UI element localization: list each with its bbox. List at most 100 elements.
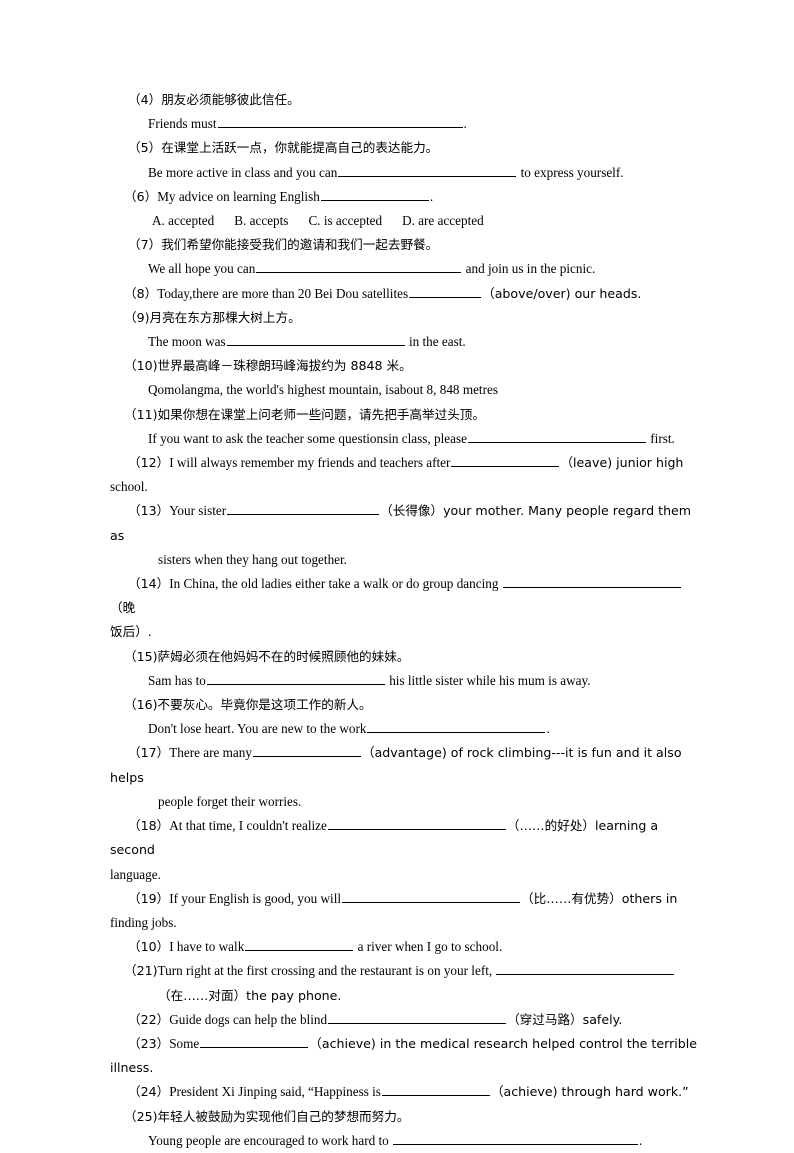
item-17-text-before: There are many	[169, 745, 252, 761]
item-14-wrap-text: 饭后）.	[110, 624, 152, 640]
item-7-number: （7）	[128, 237, 162, 253]
exercise-item-7-chinese: （7）我们希望你能接受我们的邀请和我们一起去野餐。	[110, 233, 698, 257]
item-12-wrap-text: school.	[110, 479, 148, 495]
answer-blank-4[interactable]	[217, 115, 463, 129]
item-11-text-before: If you want to ask the teacher some ques…	[148, 430, 467, 446]
answer-blank-21[interactable]	[496, 962, 675, 976]
exercise-item-9-chinese: （9)月亮在东方那棵大树上方。	[110, 306, 698, 330]
answer-blank-17[interactable]	[252, 744, 361, 758]
item-14-text-before: In China, the old ladies either take a w…	[169, 576, 502, 592]
exercise-item-13: （13）Your sister （长得像）your mother. Many pe…	[110, 499, 698, 547]
item-20-text-after: a river when I go to school.	[354, 939, 503, 955]
item-22-text-after: （穿过马路）safely.	[507, 1011, 623, 1027]
exercise-item-19: （19）If your English is good, you will （比……	[110, 887, 698, 911]
exercise-item-22: （22）Guide dogs can help the blind （穿过马路）s…	[110, 1008, 698, 1032]
choice-b[interactable]: B. accepts	[234, 213, 288, 228]
exercise-list: （4）朋友必须能够彼此信任。 Friends must. （5）在课堂上活跃一点…	[110, 88, 698, 1153]
exercise-item-25-chinese: （25)年轻人被鼓励为实现他们自己的梦想而努力。	[110, 1105, 698, 1129]
exercise-item-25-english: Young people are encouraged to work hard…	[110, 1129, 698, 1153]
exercise-item-14-wrap: 饭后）.	[110, 620, 698, 644]
answer-blank-7[interactable]	[256, 260, 462, 274]
item-15-number: （15)	[124, 648, 158, 664]
item-10-number: （10)	[124, 358, 158, 374]
exercise-item-21: （21)Turn right at the first crossing and…	[110, 959, 698, 983]
exercise-item-13-wrap: sisters when they hang out together.	[110, 548, 698, 572]
item-6-text-after: .	[429, 188, 434, 204]
item-19-wrap-text: finding jobs.	[110, 914, 177, 930]
item-13-wrap-text: sisters when they hang out together.	[158, 551, 347, 567]
item-12-number: （12）	[128, 455, 170, 471]
item-4-number: （4）	[128, 92, 162, 107]
item-21-text-before: Turn right at the first crossing and the…	[157, 963, 496, 979]
exercise-item-10-english: Qomolangma, the world's highest mountain…	[110, 378, 698, 402]
answer-blank-6[interactable]	[320, 188, 429, 201]
item-25-text-after: .	[639, 1132, 643, 1148]
item-19-number: （19）	[128, 890, 170, 906]
item-8-text-before: Today,there are more than 20 Bei Dou sat…	[157, 285, 409, 301]
item-19-text-after: （比……有优势）others in	[521, 890, 678, 906]
choice-d[interactable]: D. are accepted	[402, 213, 484, 228]
answer-blank-16[interactable]	[367, 720, 546, 734]
item-6-text-before: My advice on learning English	[157, 188, 320, 204]
item-4-text-after: .	[463, 116, 467, 132]
answer-blank-24[interactable]	[381, 1083, 490, 1097]
answer-blank-13[interactable]	[227, 502, 380, 516]
item-6-number: （6）	[124, 188, 158, 204]
item-5-chinese-prompt: 在课堂上活跃一点，你就能提高自己的表达能力。	[161, 140, 439, 156]
item-13-text-before: Your sister	[169, 503, 227, 519]
answer-blank-11[interactable]	[467, 430, 646, 443]
item-18-wrap-text: language.	[110, 866, 161, 882]
exercise-item-7-english: We all hope you can and join us in the p…	[110, 257, 698, 281]
exercise-item-12: （12）I will always remember my friends an…	[110, 451, 698, 475]
choice-c[interactable]: C. is accepted	[308, 213, 382, 228]
item-4-text-before: Friends must	[148, 116, 217, 132]
exercise-item-6-choices: A. accepted B. accepts C. is accepted D. ar…	[110, 209, 698, 233]
item-22-text-before: Guide dogs can help the blind	[169, 1011, 328, 1027]
item-20-number: （10）	[128, 939, 170, 955]
item-10-text: Qomolangma, the world's highest mountain…	[148, 382, 498, 398]
item-17-number: （17）	[128, 745, 170, 761]
exercise-item-8: （8）Today,there are more than 20 Bei Dou …	[110, 282, 698, 306]
answer-blank-9[interactable]	[226, 333, 405, 347]
answer-blank-22[interactable]	[328, 1011, 507, 1024]
exercise-item-18: （18）At that time, I couldn't realize （……的…	[110, 814, 698, 862]
item-9-number: （9)	[124, 309, 150, 325]
item-24-number: （24）	[128, 1084, 170, 1100]
exercise-item-5-chinese: （5）在课堂上活跃一点，你就能提高自己的表达能力。	[110, 136, 698, 160]
item-12-text-after: （leave) junior high	[560, 455, 684, 471]
choice-a[interactable]: A. accepted	[152, 213, 214, 228]
item-4-chinese-prompt: 朋友必须能够彼此信任。	[161, 92, 300, 107]
answer-blank-5[interactable]	[338, 163, 517, 177]
answer-blank-14[interactable]	[502, 575, 681, 589]
item-16-text-after: .	[546, 721, 550, 737]
worksheet-page: （4）朋友必须能够彼此信任。 Friends must. （5）在课堂上活跃一点…	[0, 0, 794, 1148]
answer-blank-18[interactable]	[327, 817, 506, 831]
exercise-item-15-chinese: （15)萨姆必须在他妈妈不在的时候照顾他的妹妹。	[110, 645, 698, 669]
exercise-item-17: （17）There are many （advantage) of rock cl…	[110, 741, 698, 789]
exercise-item-24: （24）President Xi Jinping said, “Happines…	[110, 1080, 698, 1104]
exercise-item-21-wrap: （在……对面）the pay phone.	[110, 984, 698, 1008]
item-24-text-before: President Xi Jinping said, “Happiness is	[169, 1084, 381, 1100]
answer-blank-19[interactable]	[342, 890, 521, 903]
item-7-text-before: We all hope you can	[148, 261, 256, 277]
item-21-number: （21)	[124, 963, 158, 979]
item-19-text-before: If your English is good, you will	[169, 890, 342, 906]
item-17-wrap-text: people forget their worries.	[158, 793, 302, 809]
answer-blank-12[interactable]	[451, 454, 560, 468]
item-16-number: （16)	[124, 697, 158, 713]
answer-blank-25[interactable]	[393, 1132, 639, 1145]
item-24-text-after: （achieve) through hard work.”	[490, 1084, 689, 1100]
item-12-text-before: I will always remember my friends and te…	[169, 455, 451, 471]
answer-blank-20[interactable]	[245, 938, 354, 952]
item-5-text-before: Be more active in class and you can	[148, 164, 338, 180]
item-15-text-before: Sam has to	[148, 672, 206, 688]
answer-blank-15[interactable]	[206, 672, 385, 685]
answer-blank-23[interactable]	[200, 1035, 309, 1048]
item-13-number: （13）	[128, 503, 170, 519]
item-9-text-after: in the east.	[405, 334, 466, 350]
item-11-chinese-prompt: 如果你想在课堂上问老师一些问题，请先把手高举过头顶。	[157, 406, 485, 422]
exercise-item-4-chinese: （4）朋友必须能够彼此信任。	[110, 88, 698, 112]
exercise-item-12-wrap: school.	[110, 475, 698, 499]
answer-blank-8[interactable]	[409, 284, 482, 298]
exercise-item-11-english: If you want to ask the teacher some ques…	[110, 427, 698, 451]
